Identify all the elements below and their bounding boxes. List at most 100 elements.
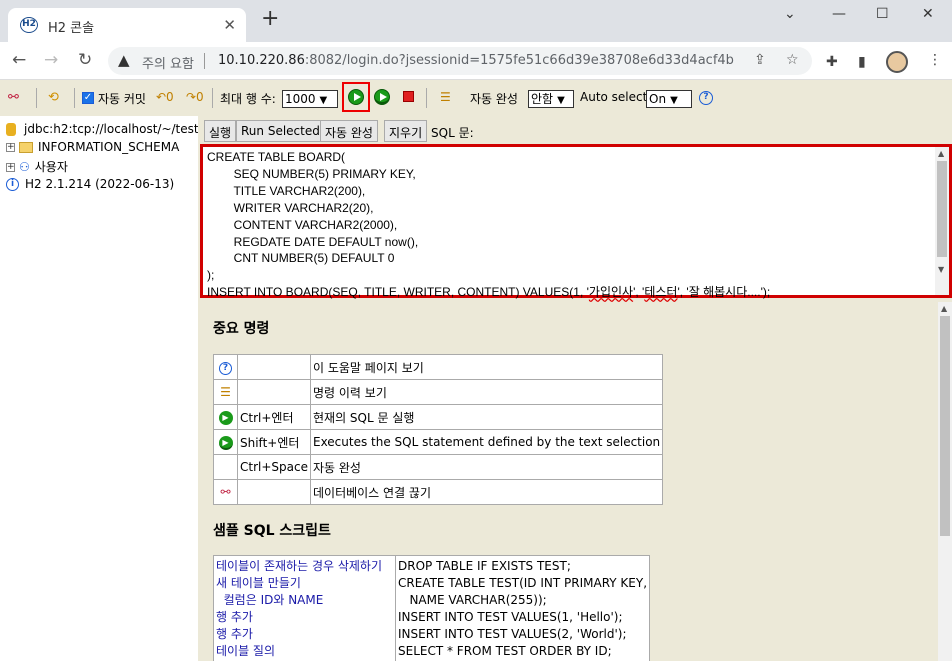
- sql-line: SEQ NUMBER(5) PRIMARY KEY,: [207, 166, 416, 181]
- command-desc: 이 도움말 페이지 보기: [309, 354, 664, 380]
- insert-suffix: ', '잘 해봅시다....');: [677, 285, 771, 300]
- users-label: 사용자: [34, 160, 68, 174]
- disconnect-icon[interactable]: ⚯: [213, 479, 238, 505]
- help-icon[interactable]: ?: [213, 354, 238, 380]
- extensions-icon[interactable]: ✚: [826, 54, 838, 70]
- h2-favicon-icon: H2: [20, 17, 38, 33]
- omnibox-divider: [204, 53, 205, 69]
- run-selected-icon[interactable]: ▶: [213, 429, 238, 455]
- sql-line: CREATE TABLE BOARD(: [207, 150, 346, 164]
- reload-icon[interactable]: ↻: [78, 50, 92, 70]
- insert-prefix: INSERT INTO BOARD(SEQ, TITLE, WRITER, CO…: [207, 285, 589, 300]
- forward-icon[interactable]: →: [44, 50, 58, 70]
- commit-icon[interactable]: ↷0: [186, 90, 204, 104]
- help-icon[interactable]: ?: [699, 91, 713, 105]
- scroll-up-icon[interactable]: ▲: [941, 304, 947, 313]
- scroll-down-icon[interactable]: ▼: [938, 265, 944, 274]
- script-sql-line: CREATE TABLE TEST(ID INT PRIMARY KEY,: [398, 576, 648, 590]
- help-scrollbar[interactable]: ▲: [938, 302, 952, 661]
- folder-icon: [19, 142, 33, 153]
- info-icon: i: [6, 178, 19, 191]
- share-icon[interactable]: ⇪: [754, 52, 766, 68]
- new-tab-icon[interactable]: +: [261, 8, 279, 30]
- table-row: 테이블이 존재하는 경우 삭제하기 새 테이블 만들기 컬럼은 ID와 NAME…: [213, 555, 651, 661]
- run-selected-icon[interactable]: [374, 89, 390, 105]
- back-icon[interactable]: ←: [12, 50, 26, 70]
- history-icon[interactable]: ☰: [213, 379, 238, 405]
- tree-schema[interactable]: + INFORMATION_SCHEMA: [6, 140, 179, 154]
- script-sql: DROP TABLE IF EXISTS TEST; CREATE TABLE …: [394, 555, 651, 661]
- tree-connection[interactable]: jdbc:h2:tcp://localhost/~/test/h2: [6, 122, 218, 136]
- toolbar-divider: [212, 88, 213, 108]
- max-rows-select[interactable]: 1000 ▼: [282, 90, 338, 108]
- rollback-icon[interactable]: ↶0: [156, 90, 174, 104]
- script-link[interactable]: 테이블이 존재하는 경우 삭제하기: [216, 558, 393, 575]
- script-link[interactable]: 행 추가: [216, 609, 393, 626]
- editor-scrollbar[interactable]: ▲ ▼: [935, 147, 949, 295]
- url-text[interactable]: 10.10.220.86:8082/login.do?jsessionid=15…: [218, 53, 734, 68]
- run-icon[interactable]: ▶: [213, 404, 238, 430]
- script-link[interactable]: 테이블 질의: [216, 643, 393, 660]
- expand-icon[interactable]: +: [6, 163, 15, 172]
- refresh-icon[interactable]: ⟲: [48, 90, 59, 105]
- history-icon[interactable]: ☰: [440, 90, 451, 104]
- bookmark-star-icon[interactable]: ☆: [786, 52, 799, 68]
- address-bar-row: ← → ↻ ▲ 주의 요함 10.10.220.86:8082/login.do…: [0, 42, 952, 80]
- sidepanel-icon[interactable]: ▮: [858, 54, 866, 70]
- tree-users[interactable]: + ⚇ 사용자: [6, 158, 68, 175]
- table-row: ▶ Ctrl+엔터 현재의 SQL 문 실행: [213, 404, 664, 430]
- autocomplete-button[interactable]: 자동 완성: [320, 120, 378, 142]
- max-rows-value: 1000: [285, 92, 316, 106]
- browser-tab-strip: H2 H2 콘솔 ✕ + ⌄ — ☐ ✕: [0, 0, 952, 42]
- query-area: 실행 Run Selected 자동 완성 지우기 SQL 문: CREATE …: [198, 116, 952, 661]
- chevron-down-icon: ▼: [670, 95, 678, 106]
- command-desc: 자동 완성: [309, 454, 664, 480]
- tab-search-icon[interactable]: ⌄: [784, 6, 796, 22]
- script-link[interactable]: 컬럼은 ID와 NAME: [216, 592, 393, 609]
- script-sql-line: NAME VARCHAR(255));: [398, 593, 547, 607]
- schema-label: INFORMATION_SCHEMA: [38, 140, 180, 154]
- sql-line: CONTENT VARCHAR2(2000),: [207, 217, 398, 232]
- scroll-up-icon[interactable]: ▲: [938, 149, 944, 158]
- run-button[interactable]: 실행: [204, 120, 237, 142]
- script-sql-line: INSERT INTO TEST VALUES(2, 'World');: [398, 627, 627, 641]
- script-link[interactable]: 새 테이블 만들기: [216, 575, 393, 592]
- command-desc: 현재의 SQL 문 실행: [309, 404, 664, 430]
- command-key: [237, 379, 311, 405]
- omnibox[interactable]: ▲ 주의 요함 10.10.220.86:8082/login.do?jsess…: [108, 47, 812, 75]
- browser-tab[interactable]: H2 H2 콘솔 ✕: [8, 8, 246, 42]
- auto-select-label: Auto select: [580, 90, 648, 104]
- tab-close-icon[interactable]: ✕: [223, 16, 236, 34]
- clear-button[interactable]: 지우기: [384, 120, 428, 142]
- warning-icon[interactable]: ▲: [118, 51, 130, 69]
- minimize-icon[interactable]: —: [832, 6, 846, 22]
- auto-select-select[interactable]: On ▼: [646, 90, 692, 108]
- menu-kebab-icon[interactable]: ⋮: [928, 52, 942, 68]
- insert-word: 테스터: [644, 285, 678, 300]
- window-close-icon[interactable]: ✕: [922, 6, 934, 22]
- profile-avatar[interactable]: [886, 51, 908, 73]
- sql-editor[interactable]: CREATE TABLE BOARD( SEQ NUMBER(5) PRIMAR…: [200, 144, 952, 301]
- editor-scroll-thumb[interactable]: [937, 161, 947, 257]
- command-key: Ctrl+Space: [237, 454, 311, 480]
- command-desc: 데이터베이스 연결 끊기: [309, 479, 664, 505]
- maximize-icon[interactable]: ☐: [876, 6, 889, 22]
- sql-text[interactable]: CREATE TABLE BOARD( SEQ NUMBER(5) PRIMAR…: [207, 149, 770, 301]
- chevron-down-icon: ▼: [319, 95, 328, 106]
- autocomplete-label: 자동 완성: [470, 92, 518, 106]
- run-selected-button[interactable]: Run Selected: [236, 120, 325, 142]
- autocomplete-select[interactable]: 안함 ▼: [528, 90, 574, 108]
- important-commands-title: 중요 명령: [213, 321, 270, 337]
- stop-icon[interactable]: [403, 91, 414, 102]
- security-warning-text[interactable]: 주의 요함: [142, 53, 194, 72]
- users-icon: ⚇: [19, 160, 30, 174]
- insert-word: 가입인사: [588, 285, 634, 300]
- command-key: Shift+엔터: [237, 429, 311, 455]
- toolbar-divider: [426, 88, 427, 108]
- help-scroll-thumb[interactable]: [940, 316, 950, 536]
- sql-line-insert: INSERT INTO BOARD(SEQ, TITLE, WRITER, CO…: [207, 284, 770, 301]
- disconnect-icon[interactable]: ⚯: [8, 90, 19, 105]
- auto-commit-checkbox[interactable]: ✓: [82, 92, 94, 104]
- expand-icon[interactable]: +: [6, 143, 15, 152]
- script-link[interactable]: 행 추가: [216, 626, 393, 643]
